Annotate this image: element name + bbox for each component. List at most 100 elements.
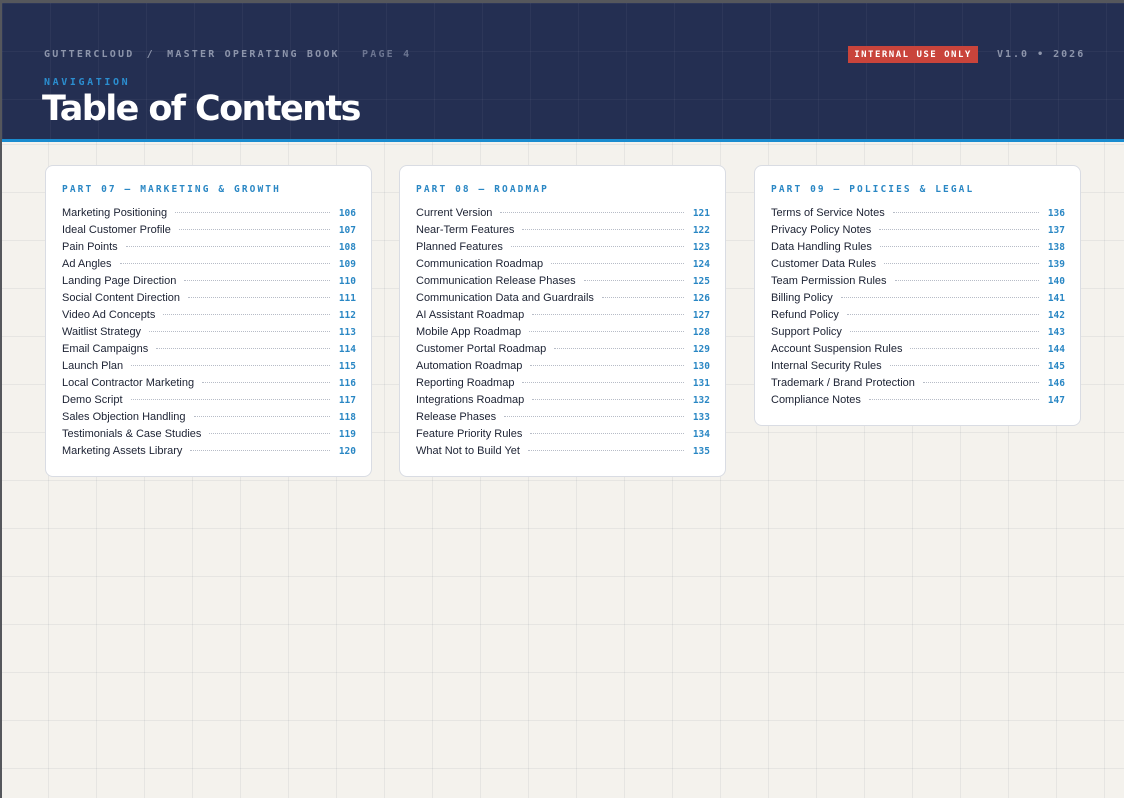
dotted-leader: [892, 212, 1039, 213]
toc-entry-page-number: 147: [1047, 395, 1065, 406]
dotted-leader: [500, 212, 684, 213]
toc-entry[interactable]: Sales Objection Handling 118: [62, 411, 356, 428]
toc-entry-label: Integrations Roadmap: [416, 394, 525, 406]
toc-entry-page-number: 114: [338, 344, 356, 355]
dotted-leader: [554, 348, 684, 349]
dotted-leader: [884, 263, 1039, 264]
dotted-leader: [910, 348, 1039, 349]
toc-entry-label: Support Policy: [771, 326, 842, 338]
toc-entry-label: Waitlist Strategy: [62, 326, 142, 338]
toc-entry-page-number: 128: [692, 327, 710, 338]
dotted-leader: [510, 246, 684, 247]
toc-entry-page-number: 129: [692, 344, 710, 355]
toc-entry[interactable]: Privacy Policy Notes 137: [771, 224, 1065, 241]
toc-entry-label: Data Handling Rules: [771, 241, 872, 253]
toc-entry[interactable]: Testimonials & Case Studies 119: [62, 428, 356, 445]
toc-entry[interactable]: Ad Angles 109: [62, 258, 356, 275]
toc-entry[interactable]: Release Phases 133: [416, 411, 710, 428]
toc-entry[interactable]: Pain Points 108: [62, 241, 356, 258]
section-eyebrow: NAVIGATION: [44, 77, 131, 88]
toc-entry[interactable]: Current Version 121: [416, 207, 710, 224]
toc-entry-label: Near-Term Features: [416, 224, 515, 236]
toc-entry-label: Ideal Customer Profile: [62, 224, 171, 236]
toc-entry[interactable]: Customer Portal Roadmap 129: [416, 343, 710, 360]
toc-entry[interactable]: Communication Release Phases 125: [416, 275, 710, 292]
dotted-leader: [894, 280, 1039, 281]
toc-entry-label: Current Version: [416, 207, 493, 219]
toc-entry-page-number: 131: [692, 378, 710, 389]
toc-entry[interactable]: AI Assistant Roadmap 127: [416, 309, 710, 326]
toc-entry-page-number: 135: [692, 446, 710, 457]
dotted-leader: [532, 399, 684, 400]
toc-entry[interactable]: Marketing Assets Library 120: [62, 445, 356, 462]
dotted-leader: [175, 212, 330, 213]
toc-entry[interactable]: Demo Script 117: [62, 394, 356, 411]
toc-entry-label: Reporting Roadmap: [416, 377, 515, 389]
toc-entry[interactable]: Communication Data and Guardrails 126: [416, 292, 710, 309]
toc-entry[interactable]: What Not to Build Yet 135: [416, 445, 710, 462]
toc-entry[interactable]: Communication Roadmap 124: [416, 258, 710, 275]
toc-entry[interactable]: Compliance Notes 147: [771, 394, 1065, 411]
toc-entry[interactable]: Landing Page Direction 110: [62, 275, 356, 292]
toc-entry[interactable]: Terms of Service Notes 136: [771, 207, 1065, 224]
toc-entry-label: Release Phases: [416, 411, 497, 423]
dotted-leader: [193, 416, 330, 417]
toc-entry[interactable]: Feature Priority Rules 134: [416, 428, 710, 445]
toc-entry-page-number: 127: [692, 310, 710, 321]
toc-entry[interactable]: Social Content Direction 111: [62, 292, 356, 309]
toc-entry[interactable]: Local Contractor Marketing 116: [62, 377, 356, 394]
toc-entry[interactable]: Marketing Positioning 106: [62, 207, 356, 224]
toc-entry-page-number: 121: [692, 208, 710, 219]
toc-entry[interactable]: Customer Data Rules 139: [771, 258, 1065, 275]
toc-entry-label: Customer Data Rules: [771, 258, 877, 270]
dotted-leader: [846, 314, 1039, 315]
page-header: GUTTERCLOUD / MASTER OPERATING BOOK PAGE…: [2, 3, 1124, 142]
toc-entry-label: Landing Page Direction: [62, 275, 177, 287]
toc-entry[interactable]: Waitlist Strategy 113: [62, 326, 356, 343]
part-title: PART 08 — ROADMAP: [416, 184, 549, 195]
toc-entry[interactable]: Ideal Customer Profile 107: [62, 224, 356, 241]
toc-entry[interactable]: Video Ad Concepts 112: [62, 309, 356, 326]
toc-entry-page-number: 125: [692, 276, 710, 287]
toc-entry[interactable]: Mobile App Roadmap 128: [416, 326, 710, 343]
toc-entry-page-number: 106: [338, 208, 356, 219]
part-title: PART 09 — POLICIES & LEGAL: [771, 184, 975, 195]
toc-entry[interactable]: Account Suspension Rules 144: [771, 343, 1065, 360]
toc-entry-label: Privacy Policy Notes: [771, 224, 872, 236]
toc-entry[interactable]: Automation Roadmap 130: [416, 360, 710, 377]
toc-entry[interactable]: Reporting Roadmap 131: [416, 377, 710, 394]
toc-entry-label: Terms of Service Notes: [771, 207, 885, 219]
dotted-leader: [530, 433, 684, 434]
toc-entry[interactable]: Billing Policy 141: [771, 292, 1065, 309]
toc-entry-label: Pain Points: [62, 241, 118, 253]
toc-entry-label: Billing Policy: [771, 292, 833, 304]
toc-entry[interactable]: Launch Plan 115: [62, 360, 356, 377]
toc-entry[interactable]: Refund Policy 142: [771, 309, 1065, 326]
toc-card-part-9: PART 09 — POLICIES & LEGAL Terms of Servi…: [754, 165, 1081, 426]
dotted-leader: [583, 280, 684, 281]
brand-name: GUTTERCLOUD: [44, 49, 135, 60]
toc-entry[interactable]: Internal Security Rules 145: [771, 360, 1065, 377]
dotted-leader: [130, 399, 330, 400]
toc-entry[interactable]: Support Policy 143: [771, 326, 1065, 343]
toc-entry[interactable]: Trademark / Brand Protection 146: [771, 377, 1065, 394]
breadcrumb: GUTTERCLOUD / MASTER OPERATING BOOK PAGE…: [44, 49, 411, 60]
toc-entry-label: Local Contractor Marketing: [62, 377, 195, 389]
page-number: PAGE 4: [362, 49, 412, 60]
toc-entry-page-number: 146: [1047, 378, 1065, 389]
toc-entry-page-number: 124: [692, 259, 710, 270]
toc-entry-label: Social Content Direction: [62, 292, 181, 304]
toc-entry-page-number: 142: [1047, 310, 1065, 321]
toc-entry[interactable]: Data Handling Rules 138: [771, 241, 1065, 258]
toc-card-part-7: PART 07 — MARKETING & GROWTH Marketing Po…: [45, 165, 372, 477]
toc-entry[interactable]: Email Campaigns 114: [62, 343, 356, 360]
toc-entry[interactable]: Near-Term Features 122: [416, 224, 710, 241]
toc-entry-page-number: 115: [338, 361, 356, 372]
toc-entry-page-number: 136: [1047, 208, 1065, 219]
toc-entry-page-number: 139: [1047, 259, 1065, 270]
toc-entry[interactable]: Team Permission Rules 140: [771, 275, 1065, 292]
dotted-leader: [131, 365, 330, 366]
toc-entry[interactable]: Planned Features 123: [416, 241, 710, 258]
toc-entry[interactable]: Integrations Roadmap 132: [416, 394, 710, 411]
toc-entry-label: Account Suspension Rules: [771, 343, 903, 355]
